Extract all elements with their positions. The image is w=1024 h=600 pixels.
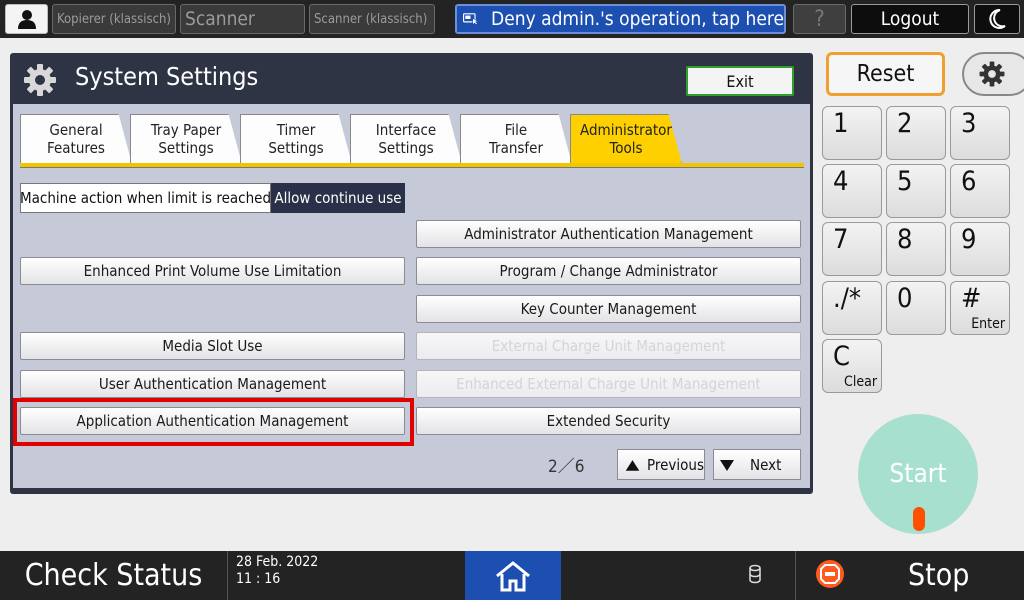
exit-button[interactable]: Exit [686, 66, 794, 96]
key-2[interactable]: 2 [886, 106, 946, 160]
storage-icon [749, 564, 761, 584]
app-kopierer-klassisch-button[interactable]: Kopierer (klassisch) [52, 4, 176, 34]
key-5[interactable]: 5 [886, 164, 946, 218]
page-indicator: 2／6 [548, 457, 585, 477]
administrator-authentication-management-button[interactable]: Administrator Authentication Management [416, 220, 801, 248]
previous-label: Previous [647, 455, 704, 474]
logout-button[interactable]: Logout [851, 4, 969, 34]
tab-tray-paper-settings[interactable]: Tray Paper Settings [130, 114, 242, 164]
date-time: 28 Feb. 2022 11 : 16 [236, 554, 318, 588]
key-4[interactable]: 4 [822, 164, 882, 218]
key-counter-management-button[interactable]: Key Counter Management [416, 295, 801, 323]
key-9[interactable]: 9 [950, 222, 1010, 276]
help-icon: ? [814, 6, 825, 32]
previous-page-button[interactable]: Previous [617, 449, 705, 480]
user-button[interactable] [5, 4, 48, 34]
gear-icon [979, 61, 1005, 87]
reset-button[interactable]: Reset [826, 52, 945, 96]
program-change-administrator-button[interactable]: Program / Change Administrator [416, 257, 801, 285]
tab-file-transfer[interactable]: File Transfer [460, 114, 572, 164]
key-7[interactable]: 7 [822, 222, 882, 276]
time-text: 11 : 16 [236, 571, 281, 587]
next-page-button[interactable]: Next [713, 449, 801, 480]
key-hash-enter[interactable]: # Enter [950, 281, 1010, 335]
hash-label: # [961, 283, 982, 314]
key-3[interactable]: 3 [950, 106, 1010, 160]
app-scanner-klassisch-button[interactable]: Scanner (klassisch) [309, 4, 435, 34]
key-dot-star[interactable]: ./* [822, 281, 882, 335]
start-indicator-led [913, 507, 925, 531]
home-button[interactable] [465, 551, 561, 600]
key-clear[interactable]: C Clear [822, 339, 882, 393]
clear-sub-label: Clear [844, 374, 877, 390]
key-8[interactable]: 8 [886, 222, 946, 276]
tab-administrator-tools[interactable]: Administrator Tools [570, 114, 682, 164]
tab-interface-settings[interactable]: Interface Settings [350, 114, 462, 164]
home-icon [496, 560, 530, 591]
arrow-up-icon [625, 459, 640, 471]
help-button[interactable]: ? [793, 4, 846, 34]
enhanced-print-volume-use-limitation-button[interactable]: Enhanced Print Volume Use Limitation [20, 257, 405, 285]
stop-icon [816, 560, 844, 588]
date-text: 28 Feb. 2022 [236, 554, 319, 570]
selection-highlight [13, 398, 414, 446]
gear-icon [24, 64, 56, 96]
next-label: Next [750, 455, 782, 474]
settings-button[interactable] [962, 52, 1024, 96]
check-status-button[interactable]: Check Status [0, 551, 228, 600]
key-0[interactable]: 0 [886, 281, 946, 335]
deny-admin-label: Deny admin.'s operation, tap here [491, 8, 784, 30]
media-slot-use-button[interactable]: Media Slot Use [20, 332, 405, 360]
deny-admin-operation-button[interactable]: Deny admin.'s operation, tap here [455, 4, 786, 34]
arrow-down-icon [720, 459, 734, 471]
enter-label: Enter [971, 316, 1005, 332]
external-charge-unit-management-button: External Charge Unit Management [416, 332, 801, 360]
user-icon [17, 10, 36, 29]
user-authentication-management-button[interactable]: User Authentication Management [20, 370, 405, 398]
moon-icon [989, 9, 1006, 29]
tab-general-features[interactable]: General Features [20, 114, 132, 164]
tab-timer-settings[interactable]: Timer Settings [240, 114, 352, 164]
app-scanner-button[interactable]: Scanner [180, 4, 305, 34]
enhanced-external-charge-unit-management-button: Enhanced External Charge Unit Management [416, 370, 801, 398]
admin-panel-icon [463, 13, 479, 26]
energy-saver-button[interactable] [974, 4, 1020, 34]
limit-action-value[interactable]: Allow continue use [271, 183, 405, 213]
key-6[interactable]: 6 [950, 164, 1010, 218]
clear-key-label: C [833, 341, 850, 372]
tab-underline [20, 163, 804, 168]
limit-action-label[interactable]: Machine action when limit is reached [20, 183, 271, 213]
page-title: System Settings [75, 62, 259, 91]
extended-security-button[interactable]: Extended Security [416, 407, 801, 435]
stop-label: Stop [908, 558, 970, 593]
key-1[interactable]: 1 [822, 106, 882, 160]
